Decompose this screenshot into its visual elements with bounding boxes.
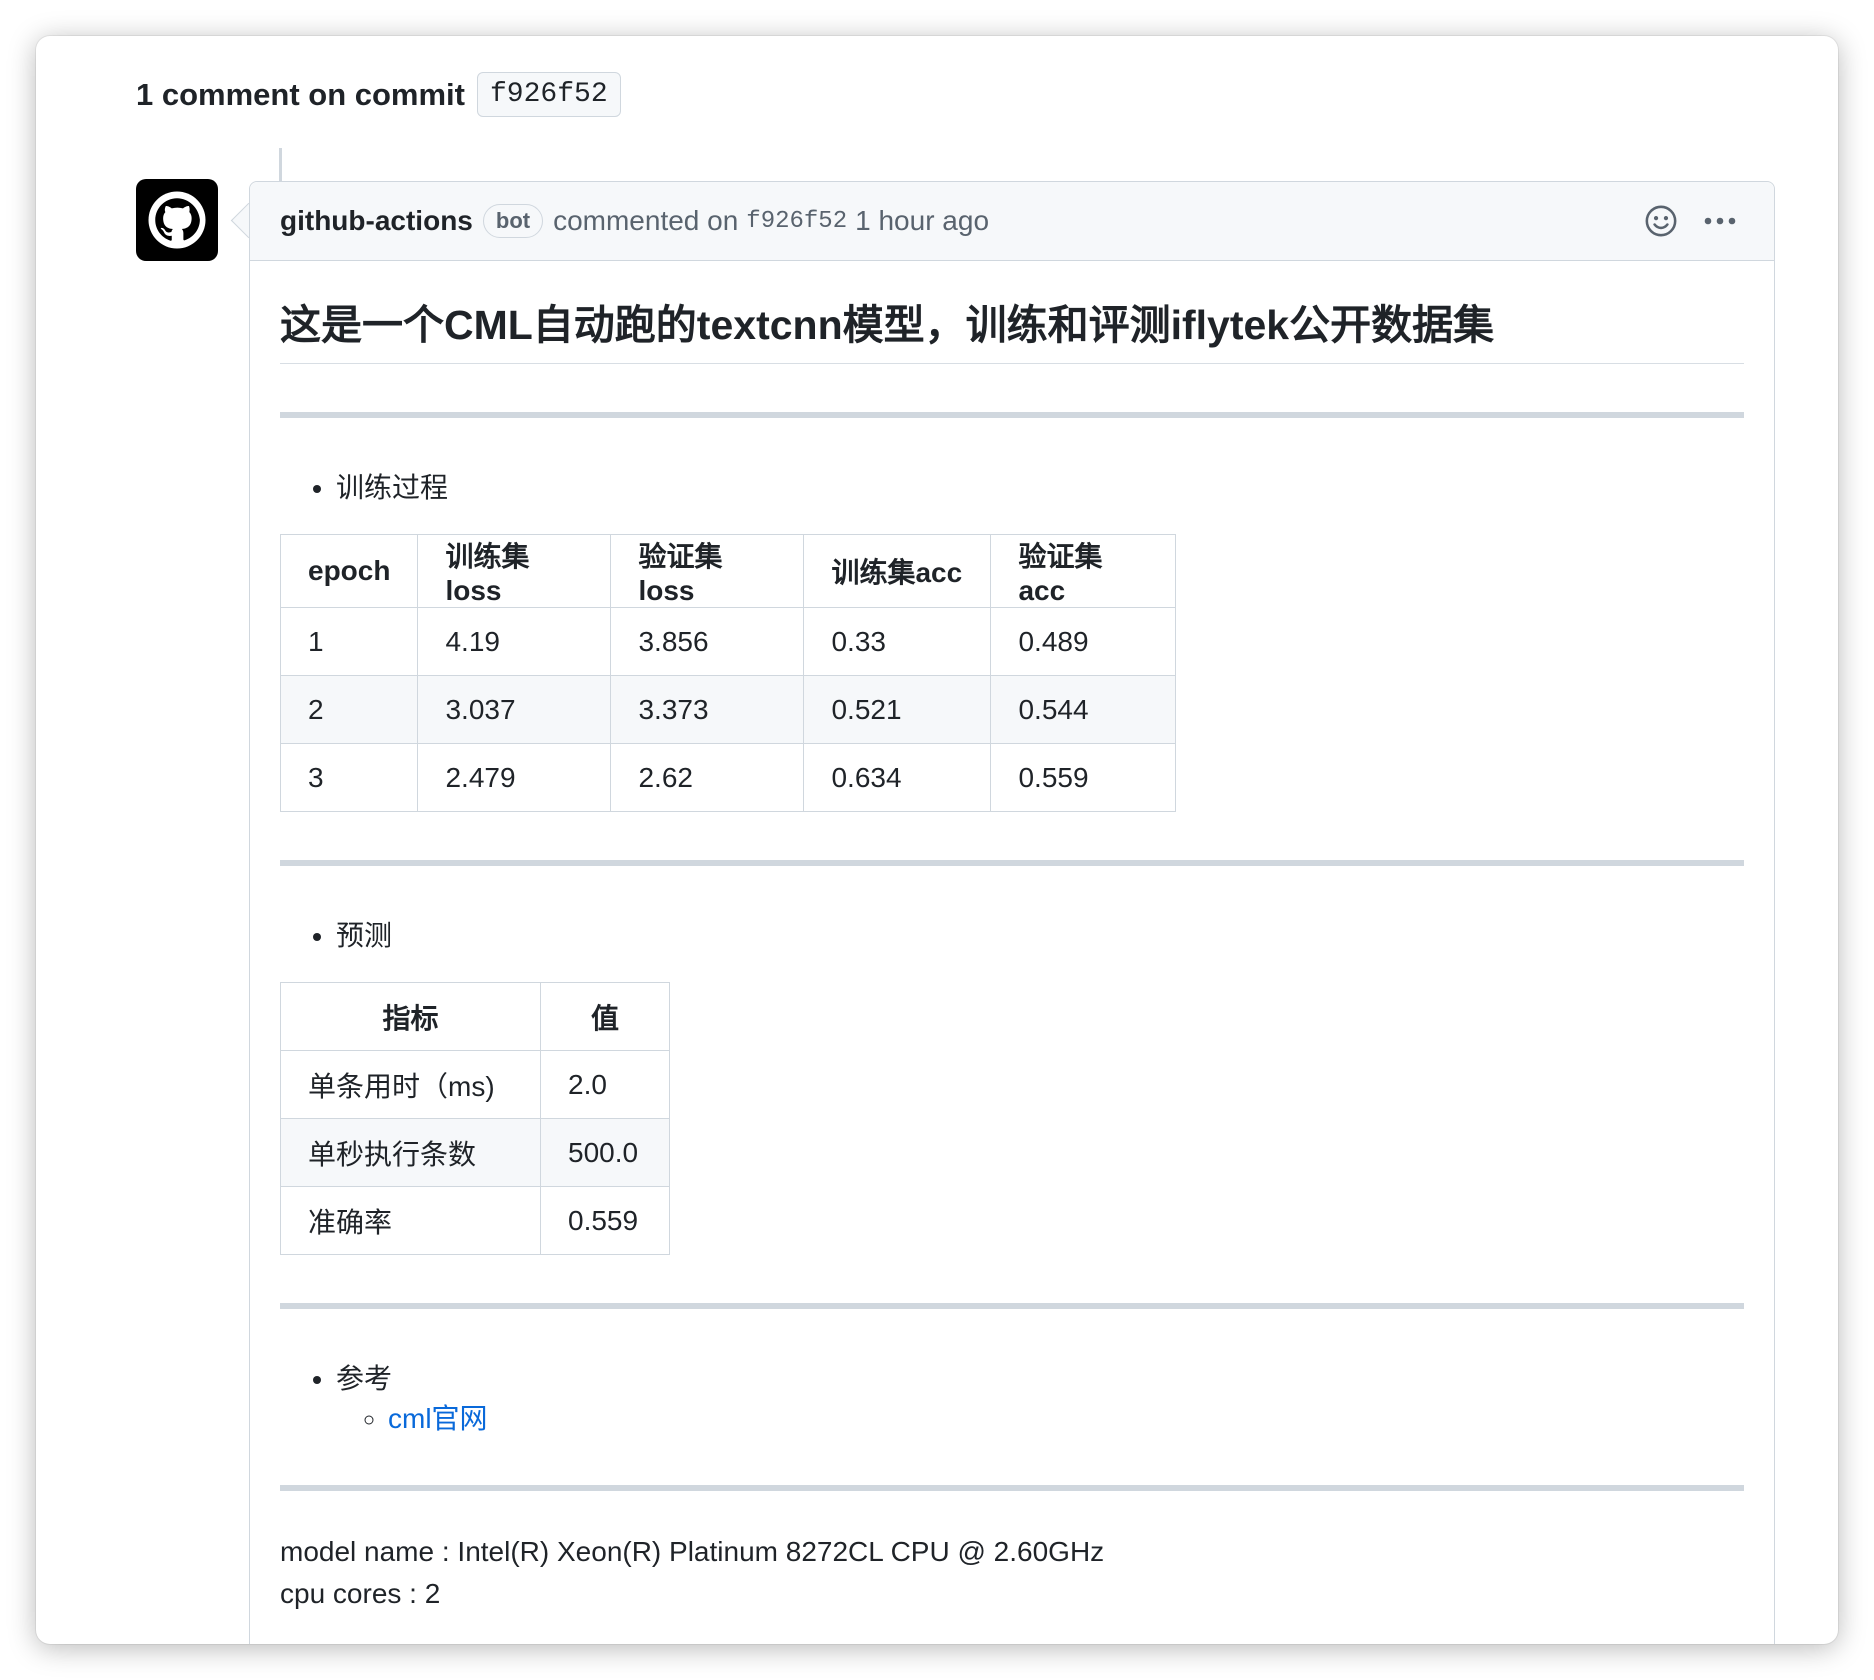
table-cell: 0.559	[540, 1186, 670, 1255]
commit-comment-window: 1 comment on commit f926f52 github-actio…	[36, 36, 1838, 1644]
cpu-cores: cpu cores : 2	[280, 1578, 441, 1609]
avatar[interactable]	[136, 179, 218, 261]
table-cell: 3.856	[610, 607, 805, 676]
github-octocat-icon	[148, 191, 206, 249]
table-cell: 0.559	[990, 743, 1177, 812]
list-item: cml官网	[388, 1397, 1744, 1437]
table-header-cell: 验证集loss	[610, 534, 805, 608]
table-cell: 2.0	[540, 1050, 670, 1119]
references-section-title: 参考 cml官网	[336, 1357, 1744, 1437]
prediction-section-title: 预测	[336, 914, 1744, 954]
commit-sha-link[interactable]: f926f52	[477, 72, 621, 117]
references-sublist: cml官网	[336, 1397, 1744, 1437]
comment-header: github-actions bot commented on f926f52 …	[250, 182, 1774, 261]
table-header-cell: 值	[540, 982, 670, 1051]
training-section-title: 训练过程	[336, 466, 1744, 506]
table-cell: 3	[279, 743, 419, 812]
table-cell: 3.037	[417, 675, 612, 744]
table-header-row: epoch 训练集loss 验证集loss 训练集acc 验证集acc	[279, 534, 1177, 608]
table-header-row: 指标 值	[280, 982, 670, 1051]
comment-box: github-actions bot commented on f926f52 …	[249, 181, 1775, 1644]
prediction-section-list: 预测	[280, 914, 1744, 954]
table-row: 单条用时（ms) 2.0	[280, 1050, 670, 1119]
comment-title: 这是一个CML自动跑的textcnn模型，训练和评测iflytek公开数据集	[280, 261, 1744, 364]
table-cell: 2.479	[417, 743, 612, 812]
comment-actions	[1644, 182, 1738, 260]
table-row: 3 2.479 2.62 0.634 0.559	[279, 743, 1177, 812]
comment-body: 这是一个CML自动跑的textcnn模型，训练和评测iflytek公开数据集 训…	[250, 261, 1774, 1615]
table-cell: 0.544	[990, 675, 1177, 744]
timeline-line	[279, 148, 282, 184]
smiley-icon[interactable]	[1644, 204, 1678, 238]
training-table: epoch 训练集loss 验证集loss 训练集acc 验证集acc 1 4.…	[279, 534, 1177, 812]
references-section-list: 参考 cml官网	[280, 1357, 1744, 1437]
comment-timestamp[interactable]: 1 hour ago	[855, 205, 989, 237]
prediction-table: 指标 值 单条用时（ms) 2.0 单秒执行条数 500.0 准确率 0.559	[280, 982, 670, 1255]
commented-on-text: commented on	[553, 205, 739, 236]
training-section-list: 训练过程	[280, 466, 1744, 506]
table-header-cell: 训练集acc	[803, 534, 992, 608]
table-row: 单秒执行条数 500.0	[280, 1118, 670, 1187]
table-cell: 单秒执行条数	[280, 1118, 541, 1187]
table-cell: 单条用时（ms)	[280, 1050, 541, 1119]
table-cell: 4.19	[417, 607, 612, 676]
table-cell: 0.33	[803, 607, 992, 676]
table-cell: 2	[279, 675, 419, 744]
table-header-cell: 训练集loss	[417, 534, 612, 608]
cpu-model-name: model name : Intel(R) Xeon(R) Platinum 8…	[280, 1536, 1105, 1567]
table-cell: 2.62	[610, 743, 805, 812]
bot-badge: bot	[482, 204, 544, 238]
table-row: 准确率 0.559	[280, 1186, 670, 1255]
kebab-horizontal-icon[interactable]	[1702, 203, 1738, 239]
table-row: 1 4.19 3.856 0.33 0.489	[279, 607, 1177, 676]
table-cell: 0.521	[803, 675, 992, 744]
comments-heading: 1 comment on commit f926f52	[136, 72, 621, 117]
table-row: 2 3.037 3.373 0.521 0.544	[279, 675, 1177, 744]
table-header-cell: 指标	[280, 982, 541, 1051]
system-info: model name : Intel(R) Xeon(R) Platinum 8…	[280, 1531, 1744, 1615]
table-cell: 1	[279, 607, 419, 676]
table-cell: 0.634	[803, 743, 992, 812]
table-header-cell: 验证集acc	[990, 534, 1177, 608]
table-cell: 3.373	[610, 675, 805, 744]
cml-website-link[interactable]: cml官网	[388, 1403, 488, 1434]
references-section-label: 参考	[336, 1363, 393, 1394]
table-cell: 准确率	[280, 1186, 541, 1255]
author-link[interactable]: github-actions	[280, 205, 473, 237]
comments-heading-text: 1 comment on commit	[136, 76, 465, 112]
table-cell: 500.0	[540, 1118, 670, 1187]
table-header-cell: epoch	[279, 534, 419, 608]
comment-commit-sha-link[interactable]: f926f52	[746, 208, 847, 235]
table-cell: 0.489	[990, 607, 1177, 676]
